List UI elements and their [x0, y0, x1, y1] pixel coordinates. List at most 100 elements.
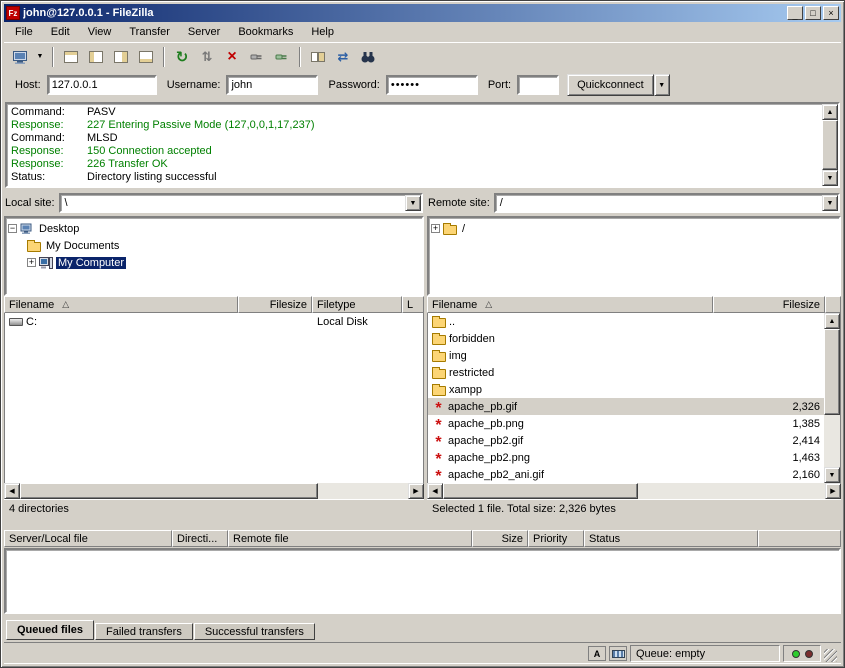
queue-column-remote-file[interactable]: Remote file	[228, 530, 472, 547]
toggle-message-log-button[interactable]	[59, 45, 83, 69]
arrow-right-icon: ▶	[830, 487, 835, 495]
cancel-operation-button[interactable]: ×	[220, 45, 244, 69]
activity-indicator	[783, 645, 821, 662]
menu-help[interactable]: Help	[302, 24, 343, 40]
remote-file-row[interactable]: *apache_pb2_ani.gif 2,160	[428, 466, 824, 483]
remote-site-dropdown-button[interactable]: ▼	[822, 195, 838, 211]
file-name: img	[449, 350, 467, 362]
menu-bar: File Edit View Transfer Server Bookmarks…	[4, 22, 841, 42]
tree-item-desktop[interactable]: − Desktop	[8, 220, 420, 237]
expand-expander-icon[interactable]: +	[431, 224, 440, 233]
tree-item-my-documents[interactable]: My Documents	[8, 237, 420, 254]
titlebar[interactable]: Fz john@127.0.0.1 - FileZilla _ □ ×	[4, 4, 841, 22]
scroll-thumb[interactable]	[824, 329, 840, 415]
refresh-button[interactable]: ↻	[170, 45, 194, 69]
remote-file-row-selected[interactable]: *apache_pb.gif 2,326	[428, 398, 824, 415]
remote-file-row[interactable]: *apache_pb.png 1,385	[428, 415, 824, 432]
directory-compare-button[interactable]	[306, 45, 330, 69]
my-computer-icon	[39, 256, 53, 270]
menu-view[interactable]: View	[79, 24, 121, 40]
expand-expander-icon[interactable]: +	[27, 258, 36, 267]
queue-list[interactable]	[4, 548, 841, 614]
resize-grip[interactable]	[824, 649, 837, 662]
remote-file-row[interactable]: restricted	[428, 364, 824, 381]
scroll-up-button[interactable]: ▲	[824, 313, 840, 329]
scroll-thumb[interactable]	[20, 483, 318, 499]
scroll-thumb[interactable]	[822, 120, 838, 170]
disconnect-button[interactable]	[245, 45, 269, 69]
menu-server[interactable]: Server	[179, 24, 229, 40]
log-scrollbar[interactable]: ▲ ▼	[822, 104, 838, 186]
cancel-icon: ×	[227, 48, 236, 66]
queue-column-server-local-file[interactable]: Server/Local file	[4, 530, 172, 547]
scroll-up-button[interactable]: ▲	[822, 104, 838, 120]
toggle-queue-button[interactable]	[134, 45, 158, 69]
menu-transfer[interactable]: Transfer	[120, 24, 179, 40]
menu-bookmarks[interactable]: Bookmarks	[229, 24, 302, 40]
chevron-down-icon: ▼	[410, 200, 417, 207]
quickconnect-dropdown-button[interactable]: ▼	[654, 74, 670, 96]
remote-file-row[interactable]: img	[428, 347, 824, 364]
collapse-expander-icon[interactable]: −	[8, 224, 17, 233]
remote-file-row[interactable]: xampp	[428, 381, 824, 398]
scroll-thumb[interactable]	[443, 483, 638, 499]
tree-item-my-computer[interactable]: + My Computer	[8, 254, 420, 271]
host-label: Host:	[15, 79, 41, 91]
remote-site-combobox[interactable]: / ▼	[494, 193, 840, 213]
toggle-remote-tree-button[interactable]	[109, 45, 133, 69]
maximize-button[interactable]: □	[805, 6, 821, 20]
close-button[interactable]: ×	[823, 6, 839, 20]
remote-horizontal-scrollbar[interactable]: ◀ ▶	[427, 483, 841, 499]
column-header-lastmodified[interactable]: L	[402, 296, 424, 313]
host-input[interactable]	[47, 75, 157, 95]
local-site-combobox[interactable]: \ ▼	[59, 193, 423, 213]
scroll-right-button[interactable]: ▶	[408, 483, 424, 499]
queue-column-direction[interactable]: Directi...	[172, 530, 228, 547]
quickconnect-button[interactable]: Quickconnect	[567, 74, 654, 96]
remote-vertical-scrollbar[interactable]: ▲ ▼	[824, 313, 840, 483]
toggle-local-tree-button[interactable]	[84, 45, 108, 69]
menu-edit[interactable]: Edit	[42, 24, 79, 40]
password-input[interactable]	[386, 75, 478, 95]
port-input[interactable]	[517, 75, 559, 95]
menu-file[interactable]: File	[6, 24, 42, 40]
reconnect-button[interactable]	[270, 45, 294, 69]
tab-queued-files[interactable]: Queued files	[6, 620, 94, 640]
reconnect-icon	[274, 49, 290, 65]
scroll-down-button[interactable]: ▼	[824, 467, 840, 483]
remote-directory-tree: + /	[427, 216, 841, 296]
site-manager-button[interactable]	[8, 45, 32, 69]
local-site-dropdown-button[interactable]: ▼	[405, 195, 421, 211]
process-queue-button[interactable]: ⇅	[195, 45, 219, 69]
local-file-row[interactable]: C: Local Disk	[5, 313, 423, 330]
site-manager-dropdown-button[interactable]: ▼	[33, 45, 47, 69]
remote-file-row[interactable]: forbidden	[428, 330, 824, 347]
scroll-down-button[interactable]: ▼	[822, 170, 838, 186]
log-line: Status:Directory listing successful	[11, 171, 818, 184]
scroll-left-button[interactable]: ◀	[427, 483, 443, 499]
remote-file-row[interactable]: *apache_pb2.gif 2,414	[428, 432, 824, 449]
column-header-filesize[interactable]: Filesize	[238, 296, 312, 313]
synchronized-browsing-button[interactable]: ⇄	[331, 45, 355, 69]
splitter[interactable]	[4, 520, 841, 530]
queue-column-status[interactable]: Status	[584, 530, 758, 547]
scroll-right-button[interactable]: ▶	[825, 483, 841, 499]
find-files-button[interactable]	[356, 45, 380, 69]
queue-column-priority[interactable]: Priority	[528, 530, 584, 547]
remote-file-row[interactable]: ..	[428, 313, 824, 330]
minimize-button[interactable]: _	[787, 6, 803, 20]
remote-file-row[interactable]: *apache_pb2.png 1,463	[428, 449, 824, 466]
column-header-filename[interactable]: Filename△	[427, 296, 713, 313]
tab-successful-transfers[interactable]: Successful transfers	[194, 623, 315, 640]
toolbar-separator	[299, 47, 301, 67]
column-header-filename[interactable]: Filename△	[4, 296, 238, 313]
column-header-filesize[interactable]: Filesize	[713, 296, 825, 313]
tab-failed-transfers[interactable]: Failed transfers	[95, 623, 193, 640]
column-header-filetype[interactable]: Filetype	[312, 296, 402, 313]
queue-column-size[interactable]: Size	[472, 530, 528, 547]
username-input[interactable]	[226, 75, 318, 95]
local-horizontal-scrollbar[interactable]: ◀ ▶	[4, 483, 424, 499]
scroll-left-button[interactable]: ◀	[4, 483, 20, 499]
arrow-up-icon: ▲	[829, 318, 836, 325]
tree-item-root[interactable]: + /	[431, 220, 837, 237]
